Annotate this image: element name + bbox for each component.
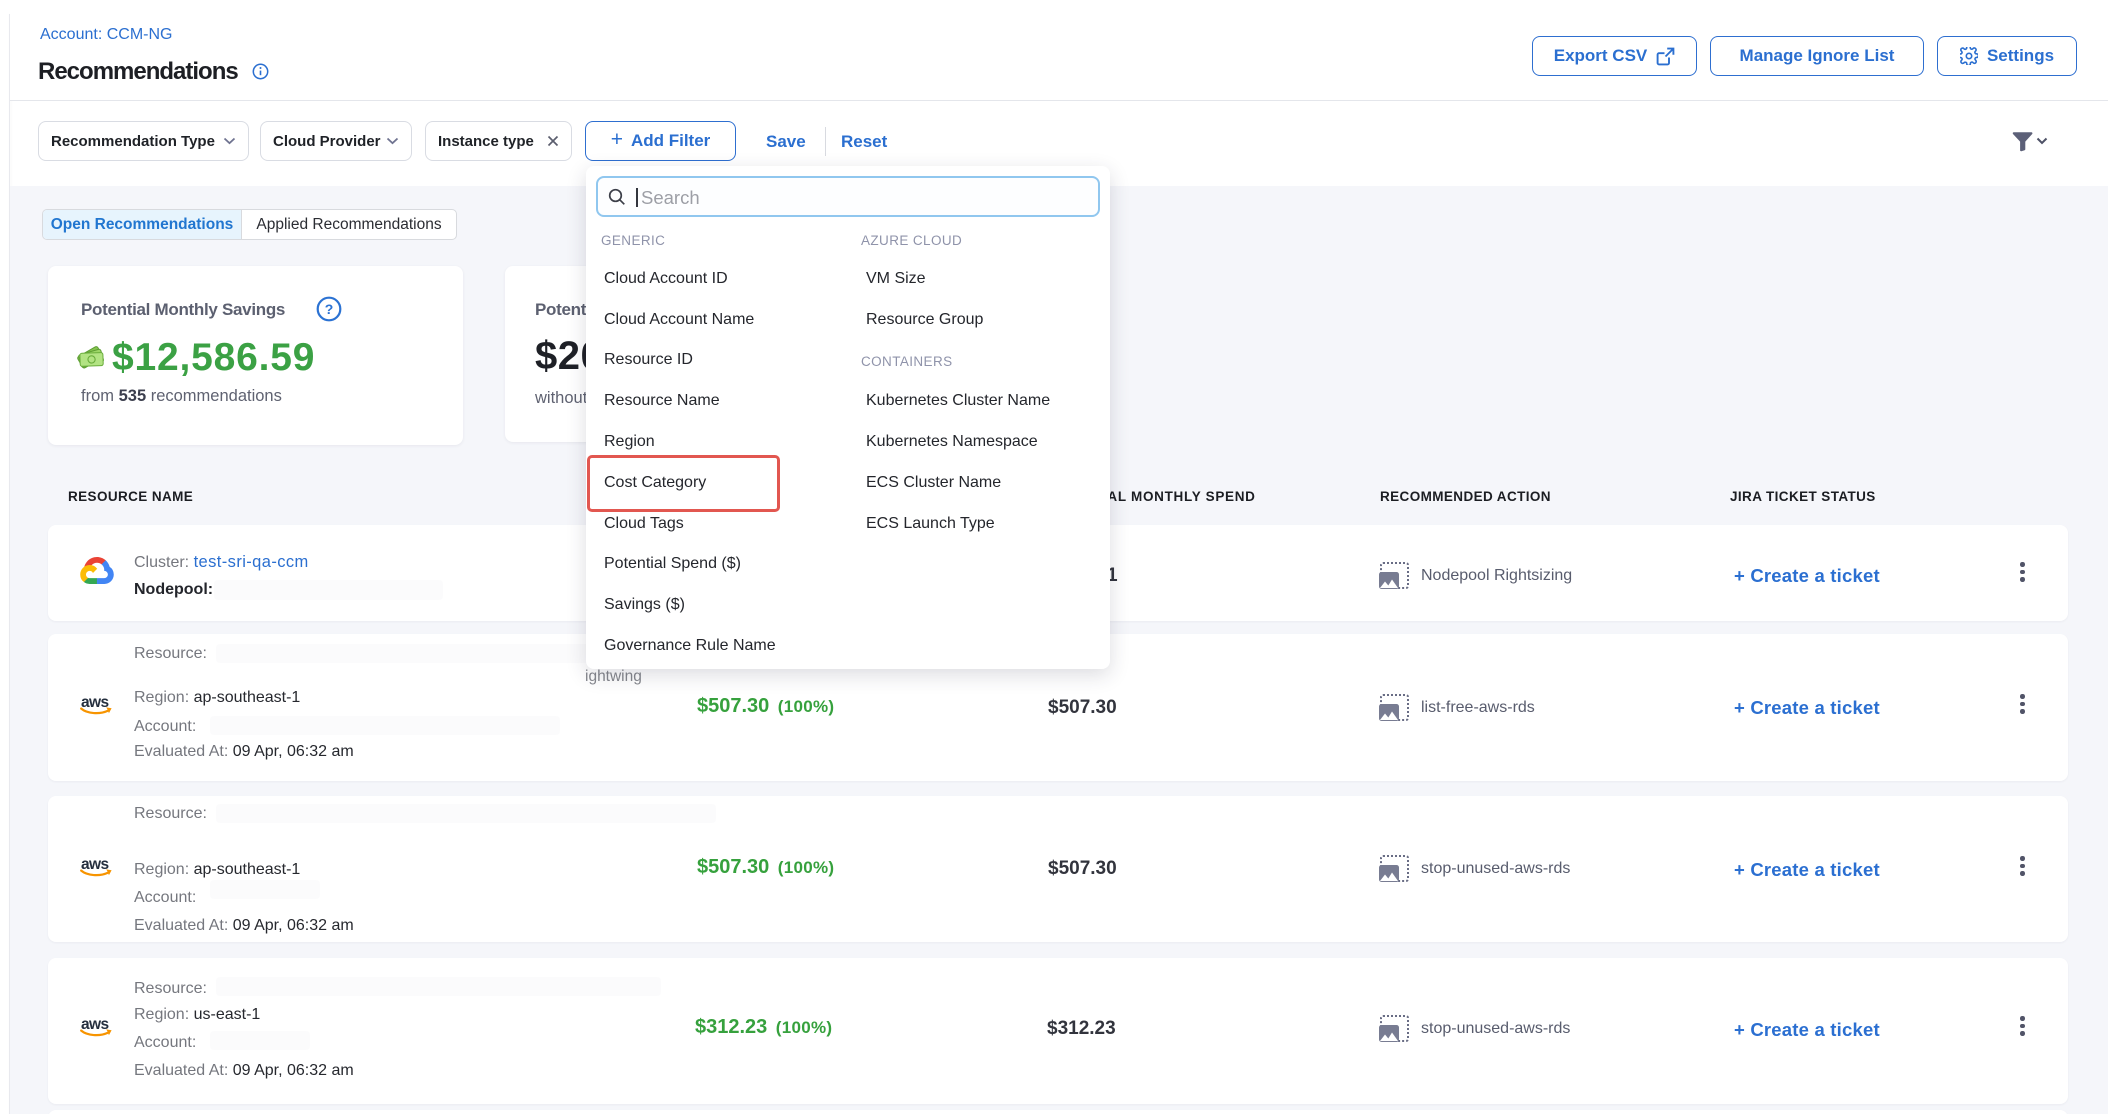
svg-text:aws: aws [81, 694, 109, 711]
svg-text:aws: aws [81, 856, 109, 873]
svg-text:?: ? [325, 301, 334, 317]
svg-text:aws: aws [81, 1016, 109, 1033]
